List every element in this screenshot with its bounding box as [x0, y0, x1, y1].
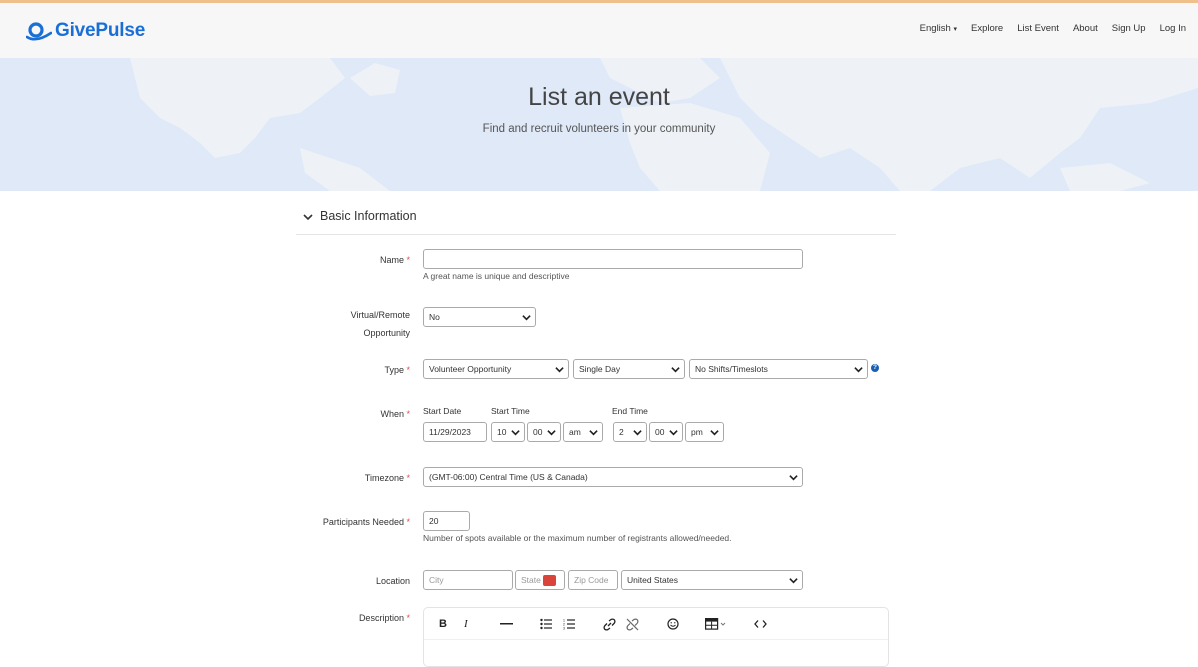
nav-about[interactable]: About [1073, 23, 1098, 34]
chevron-down-icon [669, 430, 678, 436]
end-minute-select[interactable]: 00 [649, 422, 683, 442]
brand-name: GivePulse [55, 20, 146, 41]
city-input[interactable]: City [423, 570, 513, 590]
type-kind-select[interactable]: Volunteer Opportunity [423, 359, 569, 379]
zip-input[interactable]: Zip Code [568, 570, 618, 590]
country-select[interactable]: United States [621, 570, 803, 590]
editor-toolbar: B I 123 [424, 608, 888, 640]
navbar: GivePulse English ▾ Explore List Event A… [0, 3, 1198, 58]
chevron-down-icon [710, 430, 719, 436]
unlink-icon[interactable] [626, 618, 639, 631]
nav-explore[interactable]: Explore [971, 23, 1003, 34]
svg-text:3: 3 [563, 627, 565, 631]
end-time-label: End Time [612, 406, 648, 416]
chevron-down-icon [547, 430, 556, 436]
page-title: List an event [528, 83, 670, 111]
start-hour-select[interactable]: 10 [491, 422, 525, 442]
participants-input[interactable]: 20 [423, 511, 470, 531]
logo[interactable]: GivePulse [26, 20, 145, 42]
start-date-label: Start Date [423, 406, 462, 416]
table-icon[interactable] [705, 618, 727, 630]
start-ampm-select[interactable]: am [563, 422, 603, 442]
nav-log-in[interactable]: Log In [1160, 23, 1186, 34]
virtual-label: Virtual/Remote Opportunity [350, 310, 410, 338]
timezone-select[interactable]: (GMT-06:00) Central Time (US & Canada) [423, 467, 803, 487]
section-title: Basic Information [320, 209, 417, 223]
start-date-input[interactable]: 11/29/2023 [423, 422, 487, 442]
when-label: When * [380, 409, 410, 419]
chevron-down-icon [854, 367, 863, 373]
state-input[interactable]: State [515, 570, 565, 590]
chevron-down-icon [555, 367, 564, 373]
virtual-select[interactable]: No [423, 307, 536, 327]
description-label: Description * [358, 613, 410, 623]
chevron-down-icon [789, 475, 798, 481]
code-icon[interactable] [754, 618, 767, 630]
chevron-down-icon [589, 430, 598, 436]
name-label: Name * [379, 255, 410, 265]
name-help: A great name is unique and descriptive [423, 271, 570, 281]
participants-label: Participants Needed * [322, 517, 410, 527]
help-question-icon[interactable]: ? [871, 364, 879, 372]
end-hour-select[interactable]: 2 [613, 422, 647, 442]
chevron-down-icon [671, 367, 680, 373]
givepulse-logo-icon [26, 22, 52, 41]
password-manager-icon[interactable] [542, 575, 556, 587]
bullet-list-icon[interactable] [540, 618, 552, 630]
description-editor[interactable]: B I 123 [423, 607, 889, 667]
end-ampm-select[interactable]: pm [685, 422, 724, 442]
language-menu[interactable]: English ▾ [920, 23, 957, 34]
nav-list-event[interactable]: List Event [1017, 23, 1059, 34]
type-duration-select[interactable]: Single Day [573, 359, 685, 379]
participants-help: Number of spots available or the maximum… [423, 533, 732, 543]
location-label: Location [375, 576, 410, 586]
emoji-icon[interactable] [667, 618, 679, 630]
chevron-down-icon [303, 214, 313, 221]
page-subtitle: Find and recruit volunteers in your comm… [482, 123, 716, 135]
link-icon[interactable] [603, 618, 616, 631]
start-minute-select[interactable]: 00 [527, 422, 561, 442]
type-shifts-select[interactable]: No Shifts/Timeslots [689, 359, 868, 379]
timezone-label: Timezone * [364, 473, 410, 483]
chevron-down-icon [789, 578, 798, 584]
numbered-list-icon[interactable]: 123 [563, 618, 575, 630]
section-basic-information[interactable]: Basic Information [296, 199, 896, 235]
chevron-down-icon [511, 430, 520, 436]
name-input[interactable] [423, 249, 803, 269]
nav-sign-up[interactable]: Sign Up [1112, 23, 1146, 34]
bold-icon[interactable]: B [439, 618, 447, 630]
chevron-down-icon [633, 430, 642, 436]
start-time-label: Start Time [491, 406, 530, 416]
italic-icon[interactable]: I [464, 618, 468, 630]
chevron-down-icon [522, 315, 531, 321]
horizontal-rule-icon[interactable] [500, 623, 513, 626]
type-label: Type * [384, 365, 410, 375]
hero-banner: List an event Find and recruit volunteer… [0, 58, 1198, 191]
